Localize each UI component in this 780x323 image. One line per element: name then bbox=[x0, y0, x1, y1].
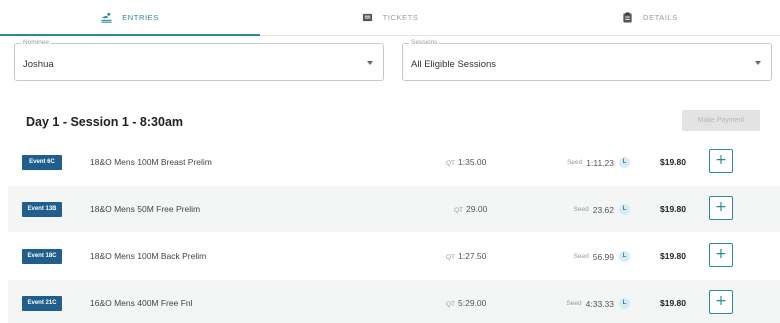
seed-time: Seed 23.62 L bbox=[574, 204, 630, 215]
seed-time: Seed 4:33.33 L bbox=[566, 298, 630, 309]
nominee-select[interactable]: Nominee Joshua bbox=[14, 39, 384, 81]
ticket-icon bbox=[362, 12, 373, 23]
l-badge: L bbox=[619, 204, 630, 215]
event-row: Event 6C 18&O Mens 100M Breast Prelim QT… bbox=[8, 139, 780, 185]
event-name: 18&O Mens 100M Breast Prelim bbox=[90, 157, 212, 167]
seed-value: 1:11.23 bbox=[586, 157, 614, 168]
seed-label: Seed bbox=[566, 300, 582, 307]
seed-value: 23.62 bbox=[592, 204, 614, 215]
swimmer-icon bbox=[101, 12, 112, 23]
event-row: Event 21C 16&O Mens 400M Free Fnl QT 5:29… bbox=[8, 280, 780, 323]
tab-tickets[interactable]: TICKETS bbox=[260, 0, 520, 35]
session-title: Day 1 - Session 1 - 8:30am bbox=[26, 115, 184, 129]
event-price: $19.80 bbox=[660, 204, 686, 214]
event-badge: Event 21C bbox=[22, 296, 62, 311]
event-badge: Event 18C bbox=[22, 249, 62, 264]
seed-value: 4:33.33 bbox=[585, 298, 614, 309]
sessions-select[interactable]: Sessions All Eligible Sessions bbox=[402, 39, 772, 81]
tab-tickets-label: TICKETS bbox=[382, 13, 419, 22]
event-row: Event 18C 18&O Mens 100M Back Prelim QT 1… bbox=[8, 233, 780, 279]
qt-value: 29.00 bbox=[466, 204, 488, 214]
qualifying-time: QT 29.00 bbox=[454, 204, 487, 214]
qt-label: QT bbox=[446, 301, 456, 308]
make-payment-button[interactable]: Make Payment bbox=[682, 110, 760, 131]
add-event-button[interactable]: + bbox=[709, 149, 733, 173]
event-badge: Event 6C bbox=[22, 155, 62, 170]
qt-label: QT bbox=[446, 160, 456, 167]
event-price: $19.80 bbox=[660, 298, 686, 308]
nominee-value: Joshua bbox=[23, 59, 54, 70]
event-price: $19.80 bbox=[660, 157, 686, 167]
sessions-label: Sessions bbox=[409, 39, 440, 46]
tab-entries[interactable]: ENTRIES bbox=[0, 0, 260, 36]
seed-value: 56.99 bbox=[592, 251, 614, 262]
seed-time: Seed 56.99 L bbox=[574, 251, 630, 262]
qt-value: 1:35.00 bbox=[458, 157, 487, 167]
chevron-down-icon bbox=[755, 61, 761, 65]
l-badge: L bbox=[619, 157, 630, 168]
qt-label: QT bbox=[454, 207, 464, 214]
qt-label: QT bbox=[446, 254, 456, 261]
event-row: Event 13B 18&O Mens 50M Free Prelim QT 29… bbox=[8, 186, 780, 232]
event-price: $19.80 bbox=[660, 251, 686, 261]
tab-details-label: DETAILS bbox=[643, 13, 678, 22]
tab-bar: ENTRIES TICKETS DETAILS bbox=[0, 0, 780, 36]
clipboard-icon bbox=[622, 12, 633, 23]
seed-time: Seed 1:11.23 L bbox=[567, 157, 630, 168]
seed-label: Seed bbox=[573, 206, 589, 213]
add-event-button[interactable]: + bbox=[709, 243, 733, 267]
event-name: 16&O Mens 400M Free Fnl bbox=[90, 298, 193, 308]
add-event-button[interactable]: + bbox=[709, 290, 733, 314]
event-name: 18&O Mens 100M Back Prelim bbox=[90, 251, 207, 261]
qt-value: 1:27.50 bbox=[458, 251, 487, 261]
l-badge: L bbox=[619, 298, 630, 309]
add-event-button[interactable]: + bbox=[709, 196, 733, 220]
seed-label: Seed bbox=[567, 159, 583, 166]
event-badge: Event 13B bbox=[22, 202, 62, 217]
qualifying-time: QT 5:29.00 bbox=[446, 298, 486, 308]
qt-value: 5:29.00 bbox=[458, 298, 487, 308]
l-badge: L bbox=[619, 251, 630, 262]
qualifying-time: QT 1:27.50 bbox=[446, 251, 486, 261]
tab-entries-label: ENTRIES bbox=[122, 13, 159, 22]
nominee-label: Nominee bbox=[21, 39, 52, 46]
sessions-value: All Eligible Sessions bbox=[411, 59, 497, 70]
chevron-down-icon bbox=[367, 61, 373, 65]
qualifying-time: QT 1:35.00 bbox=[446, 157, 486, 167]
event-name: 18&O Mens 50M Free Prelim bbox=[90, 204, 201, 214]
seed-label: Seed bbox=[573, 253, 589, 260]
tab-details[interactable]: DETAILS bbox=[520, 0, 780, 35]
